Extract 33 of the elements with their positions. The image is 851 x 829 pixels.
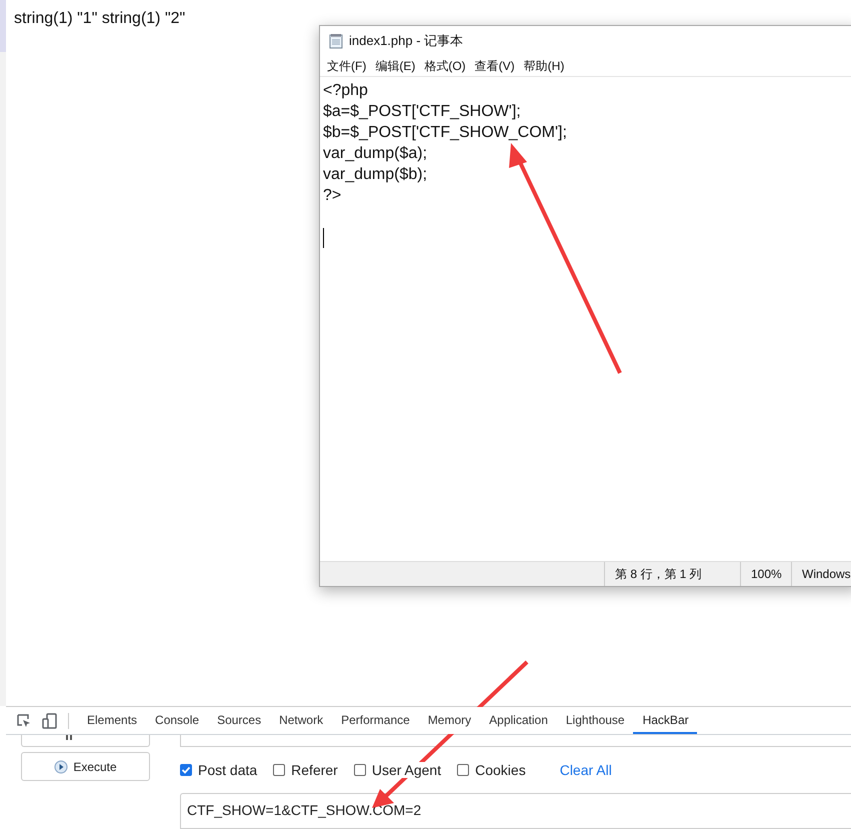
inspect-icon[interactable] [16,712,32,728]
window-title: index1.php - 记事本 [349,32,464,50]
checkbox-label: Referer [291,762,338,778]
page-output-text: string(1) "1" string(1) "2" [13,9,186,29]
menu-item[interactable]: 查看(V) [474,58,515,74]
url-field[interactable] [180,735,851,747]
checkbox[interactable] [354,764,366,776]
execute-button[interactable]: Execute [21,752,150,781]
checkbox[interactable] [180,764,192,776]
text-cursor [323,228,324,248]
checkbox-label: Cookies [475,762,526,778]
code-line: var_dump($b); [323,165,428,185]
post-data-field[interactable]: CTF_SHOW=1&CTF_SHOW.COM=2 [180,792,851,829]
checkbox-label: User Agent [372,762,442,778]
menu-item[interactable]: 文件(F) [327,58,366,74]
notepad-icon [329,33,343,49]
checkbox-label: Post data [198,762,258,778]
device-icon[interactable] [42,712,58,728]
menu-item[interactable]: 格式(O) [424,58,466,74]
clear-all-link[interactable]: Clear All [560,762,612,778]
code-line: ?> [323,186,342,206]
checkbox[interactable] [457,764,470,776]
menu-item[interactable]: 编辑(E) [375,58,416,74]
code-line: $a=$_POST['CTF_SHOW']; [323,102,522,122]
encoding-label: Windows [791,562,851,586]
code-line: var_dump($a); [323,144,428,164]
zoom-level: 100% [740,562,791,586]
code-line: $b=$_POST['CTF_SHOW_COM']; [323,123,568,143]
checkbox[interactable] [273,764,286,776]
code-line: <?php [323,81,369,101]
menu-item[interactable]: 帮助(H) [524,58,564,74]
play-icon [54,760,68,774]
cursor-position: 第 8 行，第 1 列 [604,562,740,586]
